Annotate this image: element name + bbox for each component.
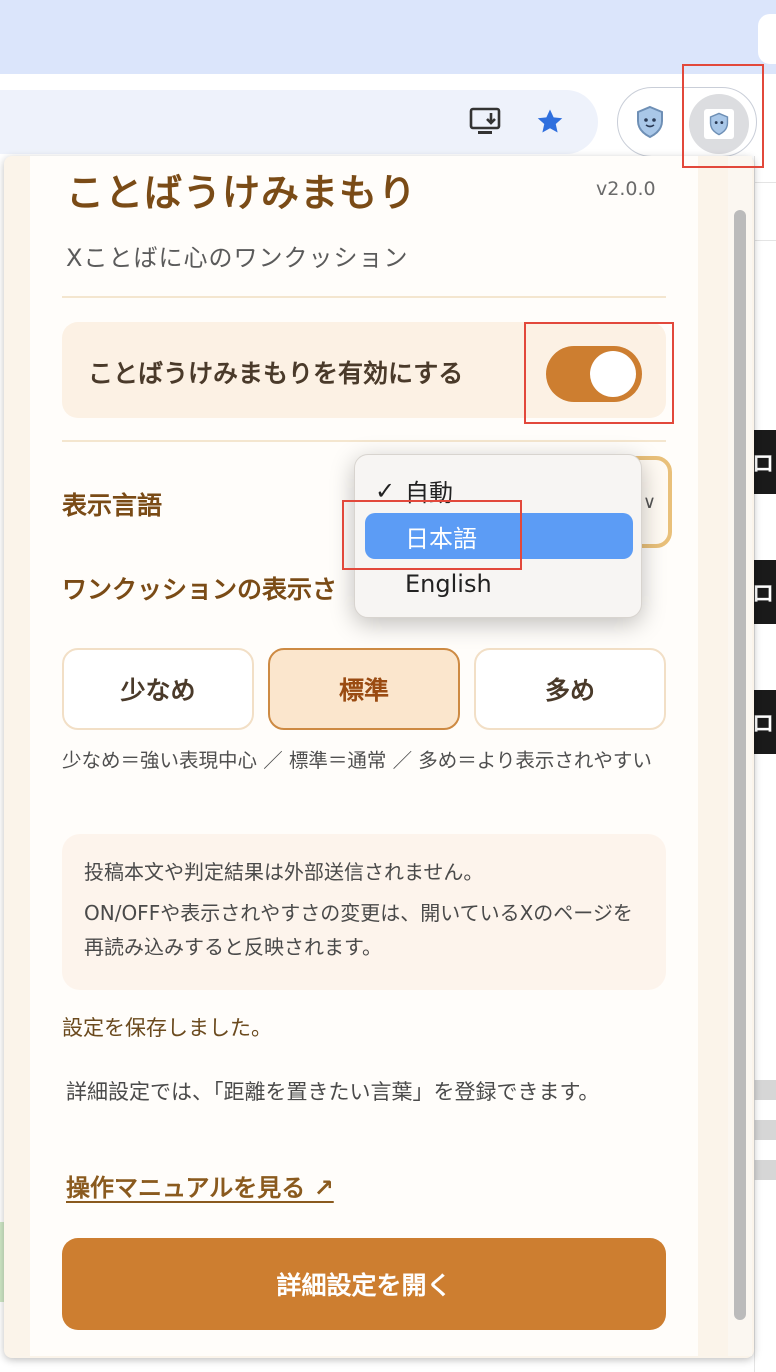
visibility-hint: 少なめ＝強い表現中心 ／ 標準＝通常 ／ 多め＝より表示されやすい xyxy=(62,749,652,772)
shield-mascot-icon[interactable] xyxy=(630,102,670,142)
bookmark-star-icon[interactable] xyxy=(530,102,570,142)
shield-mascot-icon xyxy=(704,109,734,139)
enable-setting-card: ことばうけみまもりを有効にする xyxy=(62,322,666,418)
popup-title: ことばうけみまもり xyxy=(66,171,418,215)
page-divider xyxy=(754,156,755,1372)
visibility-label: ワンクッションの表示さ xyxy=(62,575,338,604)
version-label: v2.0.0 xyxy=(596,178,656,200)
chevron-down-icon: ∨ xyxy=(642,492,656,513)
address-bar[interactable] xyxy=(0,90,598,154)
page-divider xyxy=(754,240,776,241)
option-label: 日本語 xyxy=(405,524,477,553)
page-divider xyxy=(754,182,776,183)
language-dropdown-menu: ✓ 自動 日本語 English xyxy=(354,454,642,618)
enable-label: ことばうけみまもりを有効にする xyxy=(88,359,464,388)
manual-link[interactable]: 操作マニュアルを見る ↗ xyxy=(66,1168,334,1203)
save-status: 設定を保存しました。 xyxy=(62,1016,272,1040)
language-option-auto[interactable]: ✓ 自動 xyxy=(365,467,633,513)
extension-active-button[interactable] xyxy=(689,94,749,154)
notice-line: ON/OFFや表示されやすさの変更は、開いているXのページを再読み込みすると反映… xyxy=(84,901,633,959)
tab-edge[interactable] xyxy=(758,14,776,64)
page-fragment: ロ xyxy=(754,560,776,624)
privacy-notice: 投稿本文や判定結果は外部送信されません。 ON/OFFや表示されやすさの変更は、… xyxy=(62,834,666,990)
extension-popup: ことばうけみまもり v2.0.0 Xことばに心のワンクッション ことばうけみまも… xyxy=(30,156,698,1356)
page-fragment: ロ xyxy=(754,690,776,754)
visibility-option-more[interactable]: 多め xyxy=(474,648,666,730)
advanced-note: 詳細設定では、「距離を置きたい言葉」を登録できます。 xyxy=(66,1080,600,1104)
divider xyxy=(62,440,666,442)
notice-line: 投稿本文や判定結果は外部送信されません。 xyxy=(84,860,484,884)
open-settings-button[interactable]: 詳細設定を開く xyxy=(62,1238,666,1330)
popup-subtitle: Xことばに心のワンクッション xyxy=(66,244,409,272)
enable-toggle[interactable] xyxy=(546,346,642,402)
option-label: 自動 xyxy=(405,478,453,507)
language-option-english[interactable]: English xyxy=(365,561,633,607)
browser-toolbar xyxy=(0,74,776,157)
language-label: 表示言語 xyxy=(62,491,163,520)
visibility-option-less[interactable]: 少なめ xyxy=(62,648,254,730)
visibility-option-standard[interactable]: 標準 xyxy=(268,648,460,730)
option-label: English xyxy=(405,570,492,598)
page-fragment: ロ xyxy=(754,430,776,494)
install-app-icon[interactable] xyxy=(466,102,506,142)
browser-tab-strip xyxy=(0,0,776,74)
popup-scrollbar-thumb[interactable] xyxy=(734,210,746,1320)
checkmark-icon: ✓ xyxy=(375,477,396,505)
divider xyxy=(62,296,666,298)
toggle-knob xyxy=(590,351,636,397)
language-option-japanese[interactable]: 日本語 xyxy=(365,513,633,559)
